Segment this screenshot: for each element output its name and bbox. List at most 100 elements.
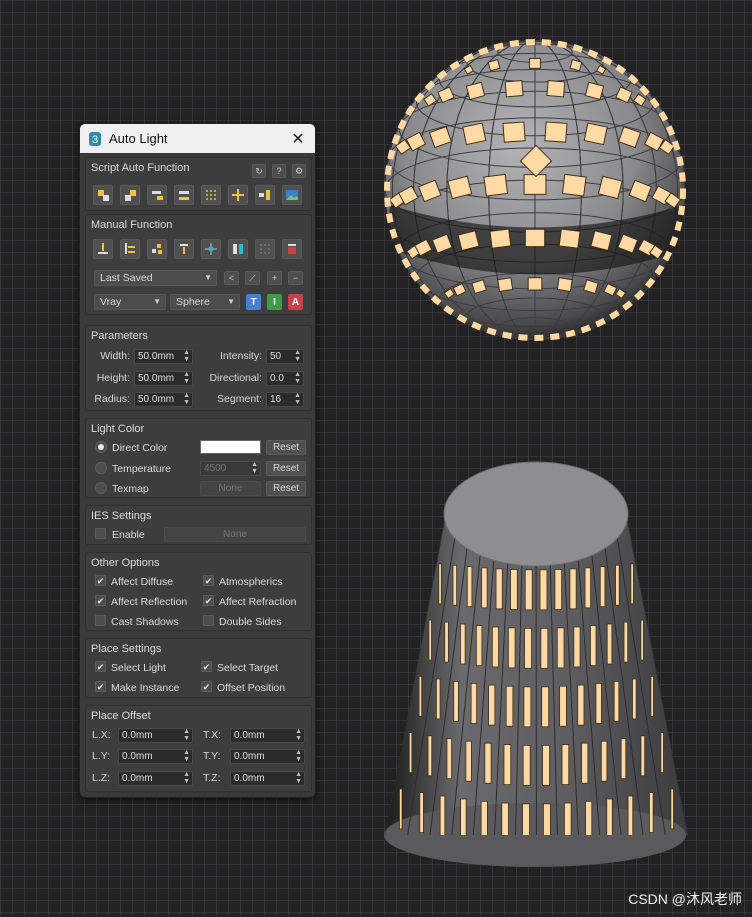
direct-color-swatch[interactable]	[200, 440, 261, 454]
directional-spinner[interactable]: 0.0 ▲ ▼	[266, 371, 304, 386]
light-down-button[interactable]	[93, 239, 113, 259]
renderer-value: Vray	[100, 296, 122, 308]
split-icon	[233, 244, 243, 254]
type-a-button[interactable]: A	[288, 294, 303, 310]
radius-label: Radius:	[94, 393, 130, 405]
lx-spinner[interactable]: 0.0mm ▲ ▼	[118, 728, 193, 743]
segment-spinner[interactable]: 16 ▲ ▼	[266, 392, 304, 407]
cone-object[interactable]	[384, 461, 688, 867]
grid-button[interactable]	[255, 239, 275, 259]
ly-spinner[interactable]: 0.0mm ▲ ▼	[118, 749, 193, 764]
direct-color-radio[interactable]	[95, 441, 107, 453]
type-t-label: T	[250, 296, 257, 308]
ly-value: 0.0mm	[122, 751, 153, 762]
renderer-dropdown[interactable]: Vray ▼	[94, 294, 166, 310]
type-i-button[interactable]: I	[267, 294, 282, 310]
type-t-button[interactable]: T	[246, 294, 261, 310]
preset-pick-button[interactable]: ⟋	[245, 271, 260, 285]
select-light-label: Select Light	[111, 662, 166, 674]
radius-spinner[interactable]: 50.0mm ▲ ▼	[134, 392, 193, 407]
height-spinner[interactable]: 50.0mm ▲ ▼	[134, 371, 193, 386]
texmap-radio[interactable]	[95, 482, 107, 494]
affect-refraction-checkbox[interactable]: ✔	[203, 595, 214, 606]
offset-position-checkbox[interactable]: ✔	[201, 681, 212, 692]
tz-value: 0.0mm	[234, 773, 265, 784]
center-icon	[205, 243, 217, 255]
cast-shadows-checkbox[interactable]	[95, 615, 106, 626]
delete-red-icon	[288, 244, 296, 254]
lz-label: L.Z:	[92, 772, 111, 784]
align-top-left-button[interactable]	[93, 185, 113, 205]
tx-value: 0.0mm	[234, 730, 265, 741]
align-right-button[interactable]	[147, 185, 167, 205]
chevron-down-icon: ▼	[227, 297, 235, 306]
title-bar[interactable]: 3 Auto Light ✕	[80, 124, 315, 153]
settings-button[interactable]: ⚙	[292, 164, 306, 178]
intensity-spinner[interactable]: 50 ▲ ▼	[266, 349, 304, 364]
manual-section: Manual Function Last Saved ▼ < ⟋ + − Vra…	[85, 214, 312, 315]
atmospherics-checkbox[interactable]: ✔	[203, 575, 214, 586]
plus-icon: +	[271, 273, 278, 283]
help-button[interactable]: ?	[272, 164, 286, 178]
stack-button[interactable]	[174, 239, 194, 259]
split-button[interactable]	[228, 239, 248, 259]
cast-shadows-label: Cast Shadows	[111, 616, 179, 628]
align-right-icon	[152, 191, 163, 200]
affect-diffuse-label: Affect Diffuse	[111, 576, 174, 588]
width-spinner[interactable]: 50.0mm ▲ ▼	[134, 349, 193, 364]
preset-value: Last Saved	[100, 272, 153, 284]
temperature-radio[interactable]	[95, 462, 107, 474]
texmap-slot[interactable]: None	[200, 481, 261, 496]
spinner-arrows-icon: ▲ ▼	[294, 371, 301, 385]
place-light-icon	[259, 190, 270, 200]
align-bottom-button[interactable]	[174, 185, 194, 205]
affect-reflection-checkbox[interactable]: ✔	[95, 595, 106, 606]
tz-spinner[interactable]: 0.0mm ▲ ▼	[230, 771, 305, 786]
temperature-reset-button[interactable]: Reset	[266, 461, 306, 476]
lz-spinner[interactable]: 0.0mm ▲ ▼	[118, 771, 193, 786]
light-cluster-button[interactable]	[147, 239, 167, 259]
select-light-checkbox[interactable]: ✔	[95, 661, 106, 672]
temperature-spinner: 4500 ▲ ▼	[200, 461, 261, 476]
image-button[interactable]	[282, 185, 302, 205]
pick-icon: ⟋	[249, 272, 256, 283]
help-icon: ?	[276, 166, 282, 176]
offset-position-label: Offset Position	[217, 682, 286, 694]
align-top-right-button[interactable]	[120, 185, 140, 205]
place-light-button[interactable]	[255, 185, 275, 205]
ies-file-slot[interactable]: None	[164, 527, 306, 542]
section-title: IES Settings	[91, 510, 152, 522]
center-button[interactable]	[201, 239, 221, 259]
sphere-object[interactable]	[384, 39, 686, 341]
select-target-checkbox[interactable]: ✔	[201, 661, 212, 672]
spinner-arrows-icon: ▲ ▼	[295, 728, 302, 742]
shape-dropdown[interactable]: Sphere ▼	[170, 294, 240, 310]
align-top-left-icon	[98, 190, 109, 201]
refresh-button[interactable]: ↻	[252, 164, 266, 178]
preset-add-button[interactable]: +	[267, 271, 282, 285]
lz-value: 0.0mm	[122, 773, 153, 784]
close-button[interactable]: ✕	[289, 130, 307, 148]
grid-dots-button[interactable]	[201, 185, 221, 205]
make-instance-checkbox[interactable]: ✔	[95, 681, 106, 692]
align-bottom-icon	[179, 191, 189, 200]
texmap-reset-button[interactable]: Reset	[266, 481, 306, 496]
affect-diffuse-checkbox[interactable]: ✔	[95, 575, 106, 586]
directional-label: Directional:	[209, 372, 262, 384]
tx-spinner[interactable]: 0.0mm ▲ ▼	[230, 728, 305, 743]
delete-red-button[interactable]	[282, 239, 302, 259]
affect-refraction-label: Affect Refraction	[219, 596, 297, 608]
segment-label: Segment:	[217, 393, 262, 405]
ies-enable-checkbox[interactable]	[95, 528, 106, 539]
light-left-button[interactable]	[120, 239, 140, 259]
preset-prev-button[interactable]: <	[224, 271, 239, 285]
section-title: Manual Function	[91, 219, 173, 231]
direct-reset-button[interactable]: Reset	[266, 440, 306, 455]
preset-remove-button[interactable]: −	[288, 271, 303, 285]
ty-spinner[interactable]: 0.0mm ▲ ▼	[230, 749, 305, 764]
plus-button[interactable]	[228, 185, 248, 205]
preset-dropdown[interactable]: Last Saved ▼	[94, 270, 217, 286]
preset-prev-label: <	[228, 273, 235, 283]
place-offset-section: Place Offset L.X: 0.0mm ▲ ▼ L.Y: 0.0mm ▲ ▼ L…	[85, 705, 312, 792]
double-sides-checkbox[interactable]	[203, 615, 214, 626]
